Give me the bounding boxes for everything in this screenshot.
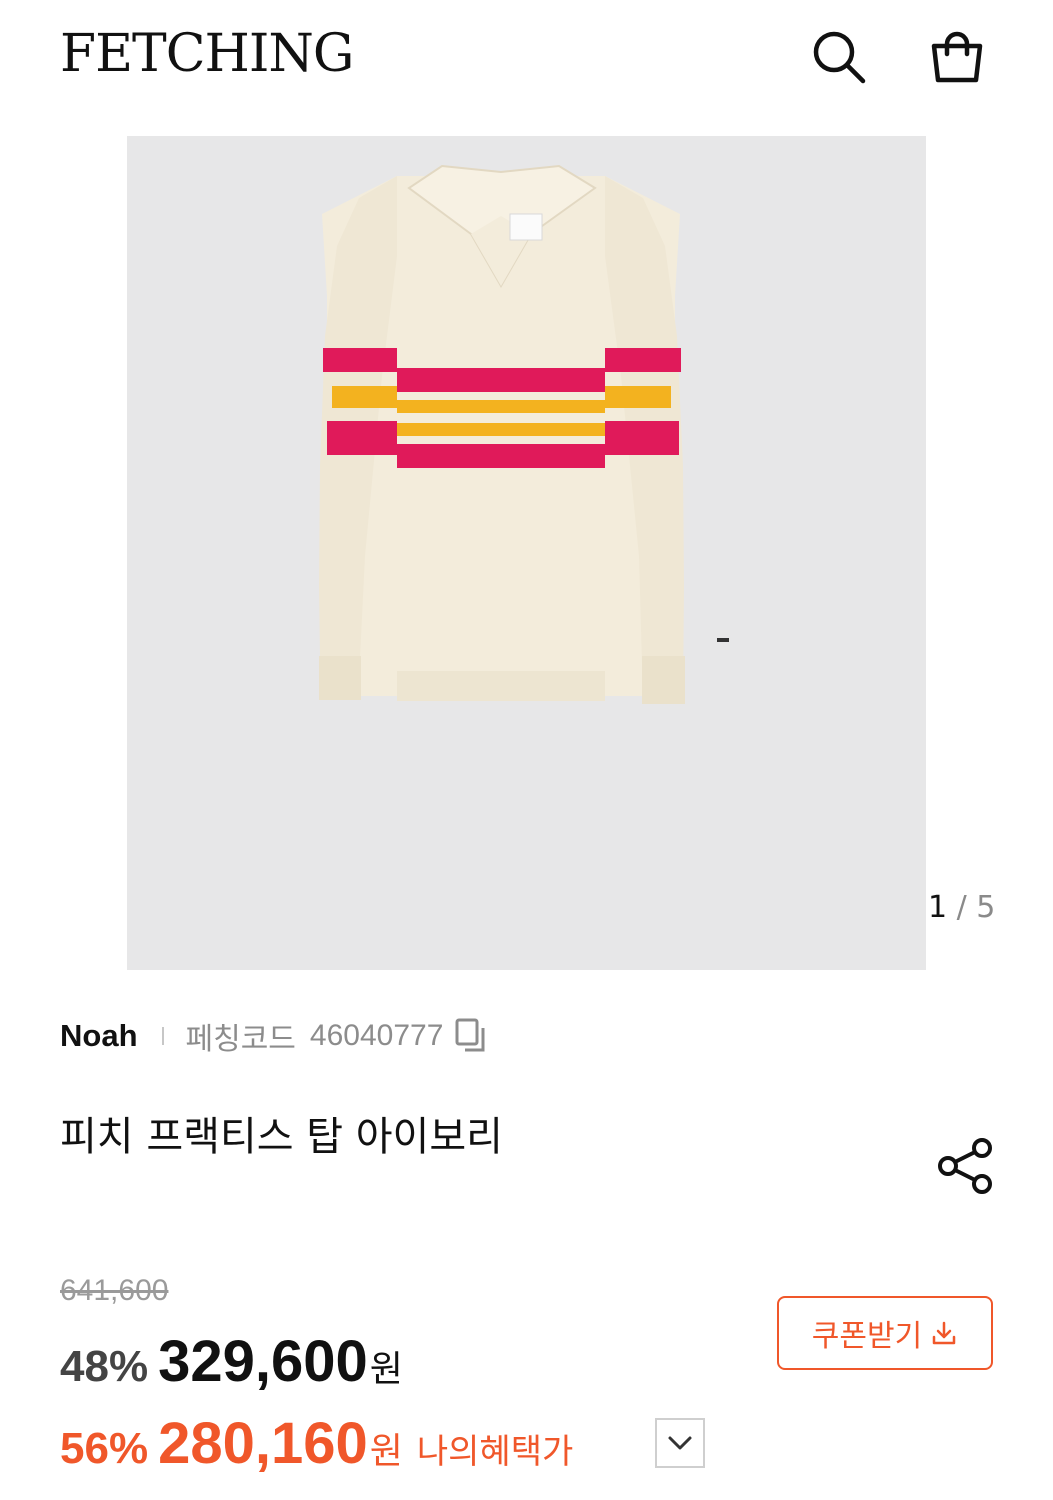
benefit-price-currency: 원 — [369, 1431, 403, 1472]
image-counter: 1 / 5 — [928, 890, 995, 925]
fetching-code-label: 페칭코드 — [185, 1022, 296, 1057]
logo[interactable]: FETCHING — [60, 22, 354, 86]
original-price: 641,600 — [60, 1274, 169, 1307]
product-image-gallery[interactable] — [127, 136, 926, 970]
discount-percent: 48% — [60, 1342, 149, 1391]
header: FETCHING — [0, 0, 1053, 112]
share-icon[interactable] — [936, 1136, 994, 1196]
fetching-code-value: 46040777 — [309, 1019, 444, 1052]
image-counter-current: 1 — [928, 890, 948, 925]
benefit-label: 나의혜택가 — [416, 1432, 574, 1472]
divider — [161, 1027, 164, 1045]
shopping-bag-icon[interactable] — [926, 26, 988, 88]
product-title: 피치 프랙티스 탑 아이보리 — [60, 1114, 503, 1160]
benefit-details-toggle[interactable] — [655, 1418, 705, 1468]
product-image — [319, 164, 729, 704]
download-icon — [932, 1321, 956, 1345]
search-icon[interactable] — [808, 26, 870, 88]
image-counter-separator: / — [947, 890, 977, 925]
benefit-price: 280,160 — [158, 1411, 368, 1476]
brand-name[interactable]: Noah — [60, 1018, 138, 1054]
sale-price: 329,600 — [158, 1329, 368, 1394]
chevron-down-icon — [668, 1436, 692, 1450]
sale-price-row: 48% 329,600 원 — [60, 1328, 403, 1395]
coupon-button-label: 쿠폰받기 — [811, 1319, 923, 1354]
copy-icon[interactable] — [455, 1018, 489, 1054]
get-coupon-button[interactable]: 쿠폰받기 — [777, 1296, 993, 1370]
image-counter-total: 5 — [976, 890, 996, 925]
benefit-price-row: 56% 280,160 원 나의혜택가 — [60, 1410, 573, 1477]
brand-row: Noah 페칭코드 46040777 — [60, 1014, 489, 1058]
benefit-percent: 56% — [60, 1424, 149, 1473]
sale-price-currency: 원 — [369, 1349, 403, 1390]
